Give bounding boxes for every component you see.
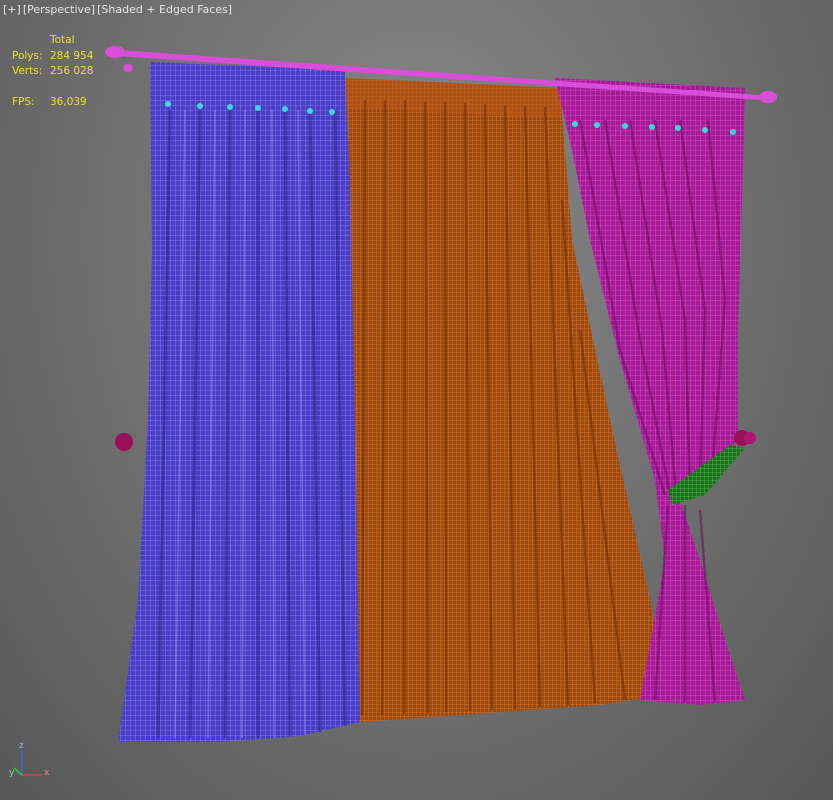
axis-gizmo: z x y bbox=[9, 741, 50, 778]
axis-y-label: y bbox=[9, 768, 15, 778]
rod-finial-right bbox=[759, 91, 777, 103]
rod-finial-left bbox=[105, 46, 125, 58]
viewport-scene[interactable]: z x y bbox=[0, 0, 833, 800]
left-wall-knob[interactable] bbox=[115, 433, 133, 451]
axis-z-label: z bbox=[19, 741, 24, 751]
axis-x-label: x bbox=[44, 768, 50, 778]
left-curtain-mesh[interactable] bbox=[118, 62, 360, 742]
